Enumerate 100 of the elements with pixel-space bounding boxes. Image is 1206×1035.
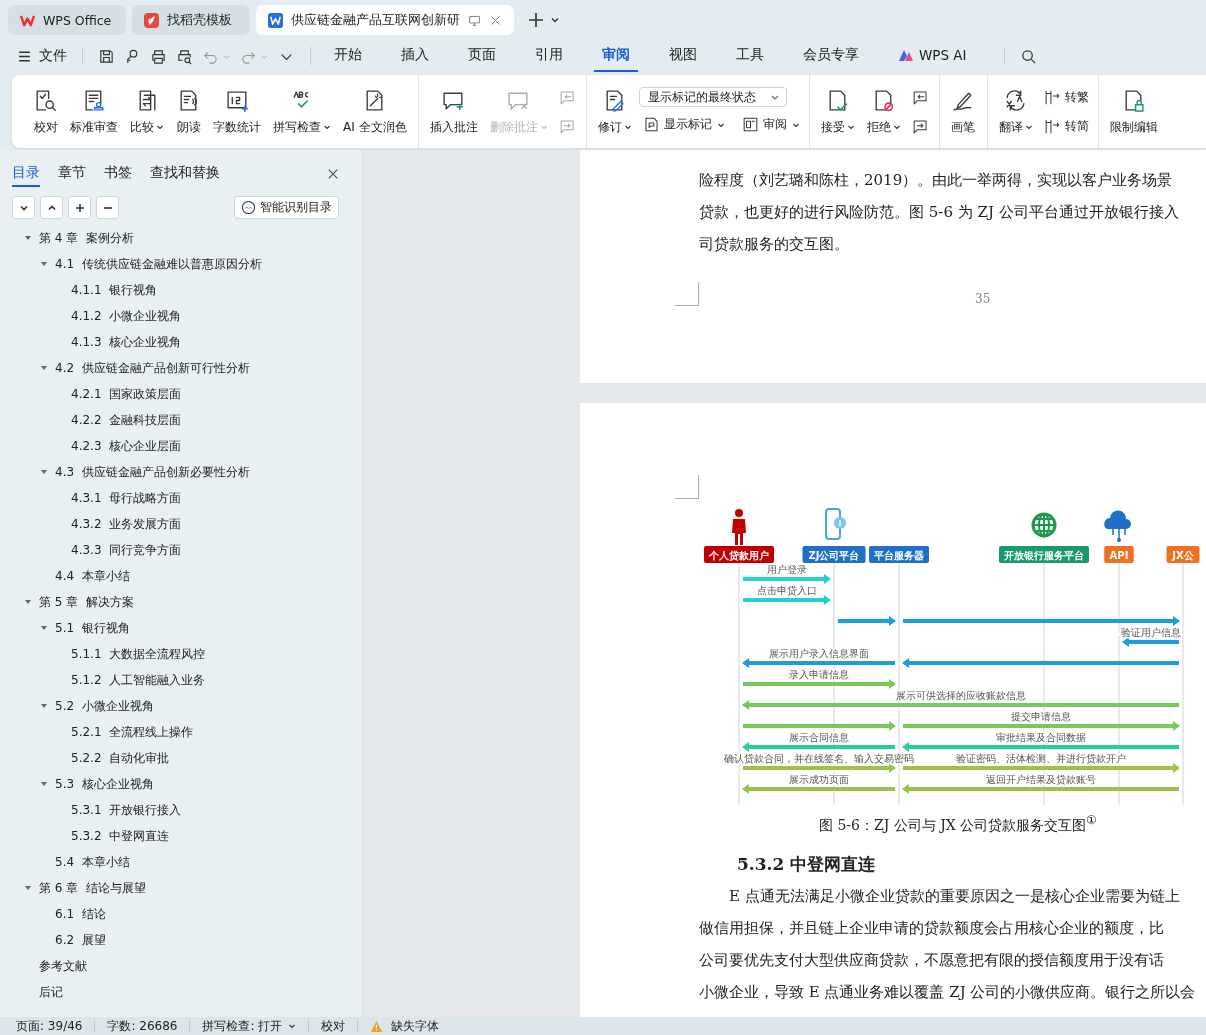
add-button[interactable] bbox=[68, 196, 91, 219]
toc-item[interactable]: 4.1.3 核心企业视角 bbox=[71, 333, 182, 351]
expand-toggle[interactable] bbox=[40, 624, 48, 632]
window-tab[interactable]: WPS Office bbox=[8, 5, 126, 35]
expand-toggle[interactable] bbox=[40, 364, 48, 372]
ribbon-button[interactable]: 字数统计 bbox=[208, 83, 266, 140]
toc-item[interactable]: 5.3.1 开放银行接入 bbox=[71, 801, 182, 819]
toc-item[interactable]: 第 6 章 结论与展望 bbox=[39, 879, 146, 897]
toc-item[interactable]: 6.1 结论 bbox=[55, 905, 106, 923]
leaf-logo-icon bbox=[144, 12, 159, 28]
toc-item[interactable]: 第 4 章 案例分析 bbox=[39, 229, 134, 247]
toc-item[interactable]: 5.2 小微企业视角 bbox=[55, 697, 154, 715]
message-label: 展示用户录入信息界面 bbox=[769, 648, 869, 659]
remove-button[interactable] bbox=[96, 196, 119, 219]
toc-item[interactable]: 4.3 供应链金融产品创新必要性分析 bbox=[55, 463, 250, 481]
ribbon-button[interactable]: 拒绝 bbox=[861, 83, 906, 140]
toc-item[interactable]: 4.2.1 国家政策层面 bbox=[71, 385, 182, 403]
close-icon[interactable] bbox=[327, 168, 339, 180]
monitor-icon[interactable] bbox=[468, 13, 481, 27]
search-icon[interactable] bbox=[1019, 47, 1037, 65]
toc-item[interactable]: 4.3.3 同行竞争方面 bbox=[71, 541, 182, 559]
collapse-up-button[interactable] bbox=[40, 196, 63, 219]
message-label: 展示成功页面 bbox=[789, 774, 849, 785]
menu-tab[interactable]: 工具 bbox=[728, 40, 772, 72]
ribbon-button[interactable]: 审阅 bbox=[737, 113, 803, 136]
expand-toggle[interactable] bbox=[40, 702, 48, 710]
ribbon-button[interactable]: 修订 bbox=[592, 83, 637, 140]
window-tab[interactable]: 找稻壳模板 bbox=[132, 5, 250, 35]
print-preview-icon[interactable] bbox=[176, 47, 193, 65]
ribbon-button[interactable]: 校对 bbox=[28, 83, 63, 140]
participant-label: JX公 bbox=[1166, 546, 1200, 563]
panel-tab[interactable]: 书签 bbox=[104, 161, 132, 187]
toc-item[interactable]: 5.1.1 大数据全流程风控 bbox=[71, 645, 206, 663]
expand-toggle[interactable] bbox=[24, 884, 32, 892]
missing-font-button[interactable]: 缺失字体 bbox=[370, 1017, 440, 1035]
ribbon-button[interactable]: 接受 bbox=[815, 83, 860, 140]
toc-item[interactable]: 5.1.2 人工智能融入业务 bbox=[71, 671, 206, 689]
menu-tab[interactable]: 引用 bbox=[527, 40, 571, 72]
ribbon-button[interactable]: 翻译 bbox=[993, 83, 1038, 140]
file-menu[interactable]: 文件 bbox=[16, 47, 67, 65]
toc-item[interactable]: 4.1.1 银行视角 bbox=[71, 281, 158, 299]
expand-toggle[interactable] bbox=[24, 234, 32, 242]
toc-item[interactable]: 5.3.2 中登网直连 bbox=[71, 827, 170, 845]
ribbon-button[interactable]: 转繁 bbox=[1039, 85, 1092, 109]
ribbon-button[interactable]: 比较 bbox=[125, 83, 169, 140]
save-icon[interactable] bbox=[98, 47, 115, 65]
toc-item[interactable]: 后记 bbox=[39, 983, 63, 1001]
toc-item[interactable]: 4.2.3 核心企业层面 bbox=[71, 437, 182, 455]
ribbon-button[interactable]: 限制编辑 bbox=[1104, 83, 1163, 140]
ribbon-button[interactable]: 转简 bbox=[1039, 114, 1092, 138]
panel-tab[interactable]: 章节 bbox=[58, 161, 86, 187]
markup-dropdown[interactable]: 显示标记的最终状态 bbox=[638, 87, 787, 107]
toc-item[interactable]: 4.3.2 业务发展方面 bbox=[71, 515, 182, 533]
toc-item[interactable]: 4.4 本章小结 bbox=[55, 567, 130, 585]
toc-item[interactable]: 5.4 本章小结 bbox=[55, 853, 130, 871]
toc-item[interactable]: 4.2.2 金融科技层面 bbox=[71, 411, 182, 429]
toc-item[interactable]: 参考文献 bbox=[39, 957, 87, 975]
toc-item[interactable]: 4.3.1 母行战略方面 bbox=[71, 489, 182, 507]
smart-toc-button[interactable]: 智能识别目录 bbox=[234, 196, 339, 219]
ribbon-button[interactable]: 画笔 bbox=[945, 83, 981, 140]
message-label: 确认贷款合同，并在线签名、输入交易密码 bbox=[724, 753, 914, 764]
section-heading: 5.3.2 中登网直连 bbox=[737, 852, 876, 876]
expand-toggle[interactable] bbox=[40, 260, 48, 268]
toc-item[interactable]: 4.1.2 小微企业视角 bbox=[71, 307, 182, 325]
toc-item[interactable]: 4.2 供应链金融产品创新可行性分析 bbox=[55, 359, 250, 377]
menu-tab[interactable]: 插入 bbox=[393, 40, 437, 72]
window-tab[interactable]: 供应链金融产品互联网创新研 bbox=[256, 5, 514, 35]
crop-mark bbox=[675, 282, 699, 306]
ribbon-button[interactable]: 插入批注 bbox=[424, 83, 483, 140]
ribbon-button[interactable]: 朗读 bbox=[171, 83, 206, 140]
menu-tab[interactable]: 开始 bbox=[326, 40, 370, 72]
print-icon[interactable] bbox=[150, 47, 167, 65]
menu-tab[interactable]: WPS AI bbox=[890, 41, 975, 71]
menu-tab[interactable]: 会员专享 bbox=[795, 40, 867, 72]
toc-item[interactable]: 5.1 银行视角 bbox=[55, 619, 130, 637]
toc-item[interactable]: 6.2 展望 bbox=[55, 931, 106, 949]
page-number: 35 bbox=[975, 292, 992, 306]
ribbon-button[interactable]: 标准审查 bbox=[65, 83, 123, 140]
panel-tab[interactable]: 查找和替换 bbox=[150, 161, 220, 187]
ribbon-button[interactable]: 显示标记 bbox=[638, 113, 728, 136]
message-label: 用户登录 bbox=[766, 564, 807, 575]
toc-item[interactable]: 4.1 传统供应链金融难以普惠原因分析 bbox=[55, 255, 262, 273]
menu-tab[interactable]: 页面 bbox=[460, 40, 504, 72]
ribbon-button[interactable]: 拼写检查 bbox=[268, 83, 336, 140]
ribbon-button[interactable]: AI 全文润色 bbox=[338, 83, 412, 140]
status-dropdown[interactable]: 拼写检查: 打开 bbox=[202, 1017, 297, 1035]
toc-item[interactable]: 第 5 章 解决方案 bbox=[39, 593, 134, 611]
new-tab-icon[interactable] bbox=[528, 12, 544, 28]
expand-toggle[interactable] bbox=[40, 780, 48, 788]
menu-tab[interactable]: 视图 bbox=[661, 40, 705, 72]
expand-toggle[interactable] bbox=[40, 468, 48, 476]
chevron-down-icon[interactable] bbox=[550, 15, 560, 25]
menu-tab[interactable]: 审阅 bbox=[594, 40, 638, 72]
panel-tab[interactable]: 目录 bbox=[12, 161, 40, 187]
close-icon[interactable] bbox=[489, 13, 502, 27]
toc-item[interactable]: 5.2.2 自动化审批 bbox=[71, 749, 170, 767]
toc-item[interactable]: 5.3 核心企业视角 bbox=[55, 775, 154, 793]
expand-toggle[interactable] bbox=[24, 598, 32, 606]
toc-item[interactable]: 5.2.1 全流程线上操作 bbox=[71, 723, 194, 741]
expand-down-button[interactable] bbox=[12, 196, 35, 219]
